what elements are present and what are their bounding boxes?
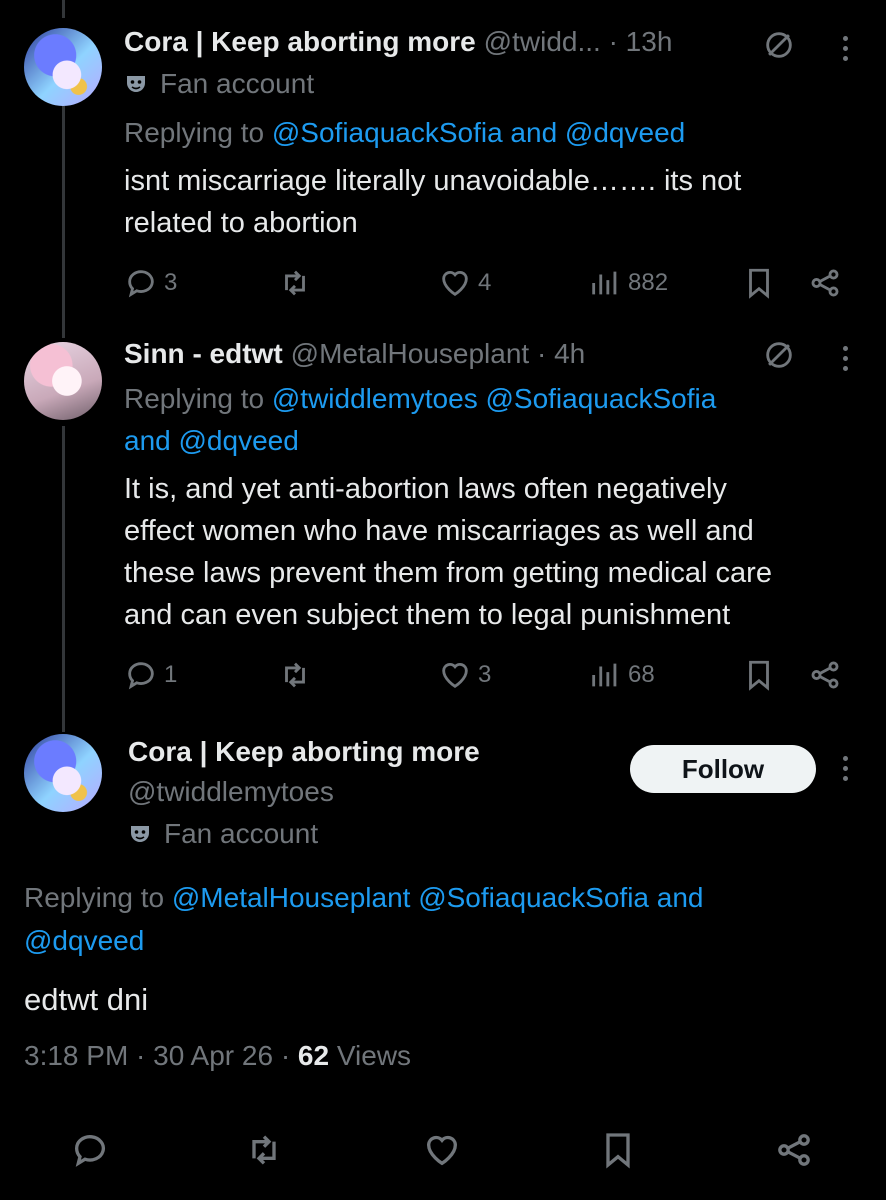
avatar[interactable]	[24, 342, 102, 420]
fan-account-badge: Fan account	[124, 68, 314, 100]
avatar[interactable]	[24, 734, 102, 812]
retweet-button[interactable]	[278, 658, 312, 692]
text-line: effect women who have miscarriages as we…	[124, 515, 754, 547]
bookmark-icon	[749, 660, 769, 691]
views-button[interactable]: 68	[588, 658, 655, 692]
share-button[interactable]	[808, 266, 842, 300]
thread-line-top	[62, 0, 65, 18]
handle-time: @MetalHouseplant · 4h	[290, 338, 586, 369]
heart-icon	[442, 271, 468, 297]
follow-button[interactable]: Follow	[630, 745, 816, 793]
timestamp-line: 3:18 PM · 30 Apr 26 · 62 Views	[24, 1040, 411, 1072]
bookmark-button[interactable]	[742, 658, 776, 692]
reply-button[interactable]: 3	[124, 266, 177, 300]
views-count: 68	[628, 661, 655, 688]
reply-button[interactable]	[70, 1130, 110, 1175]
handle-time: @twidd... · 13h	[483, 26, 673, 57]
badge-label: Fan account	[164, 818, 319, 849]
display-name[interactable]: Cora | Keep aborting more	[128, 736, 480, 768]
text-line: related to abortion	[124, 207, 358, 239]
reply-icon	[128, 270, 154, 298]
text-line: these laws prevent them from getting med…	[124, 557, 772, 589]
share-icon	[778, 1134, 810, 1166]
replying-to: Replying to @SofiaquackSofia and @dqveed	[124, 112, 685, 154]
replying-links[interactable]: @twiddlemytoes @SofiaquackSofia	[272, 383, 716, 414]
bookmark-icon	[606, 1133, 630, 1169]
reply-count: 3	[164, 269, 178, 296]
tweet-text: isnt miscarriage literally unavoidable………	[124, 160, 741, 244]
reply-icon	[75, 1135, 105, 1167]
thread-line-1	[62, 106, 65, 338]
replying-links[interactable]: @dqveed	[24, 919, 703, 962]
retweet-button[interactable]	[244, 1130, 284, 1175]
timestamp[interactable]: 3:18 PM · 30 Apr 26 ·	[24, 1040, 298, 1071]
thread-line-2	[62, 426, 65, 732]
replying-prefix: Replying to	[124, 383, 265, 414]
share-icon	[811, 661, 839, 689]
replying-to: Replying to @twiddlemytoes @SofiaquackSo…	[124, 378, 716, 462]
replying-to: Replying to @MetalHouseplant @Sofiaquack…	[24, 876, 703, 962]
bookmark-button[interactable]	[742, 266, 776, 300]
like-count: 3	[478, 661, 492, 688]
display-name[interactable]: Sinn - edtwt	[124, 338, 283, 370]
muted-icon[interactable]	[762, 338, 796, 372]
text-line: It is, and yet anti-abortion laws often …	[124, 473, 727, 505]
badge-label: Fan account	[160, 68, 315, 99]
muted-icon[interactable]	[762, 28, 796, 62]
more-icon[interactable]	[843, 36, 849, 66]
tweet-text: It is, and yet anti-abortion laws often …	[124, 468, 772, 636]
share-button[interactable]	[808, 658, 842, 692]
views-count: 62	[297, 1040, 330, 1071]
handle[interactable]: @twiddlemytoes	[128, 776, 334, 808]
mask-icon	[131, 826, 149, 842]
views-icon	[592, 663, 617, 687]
bookmark-button[interactable]	[598, 1130, 638, 1175]
retweet-button[interactable]	[278, 266, 312, 300]
display-name[interactable]: Cora | Keep aborting more	[124, 26, 476, 58]
views-icon	[592, 271, 617, 295]
heart-icon	[442, 663, 468, 689]
text-line: isnt miscarriage literally unavoidable………	[124, 165, 742, 197]
more-icon[interactable]	[843, 756, 849, 786]
more-icon[interactable]	[843, 346, 849, 376]
retweet-icon	[285, 662, 305, 688]
avatar[interactable]	[24, 28, 102, 106]
replying-links[interactable]: and @dqveed	[124, 420, 716, 462]
heart-icon	[426, 1135, 458, 1166]
fan-account-badge: Fan account	[128, 818, 318, 850]
replying-links[interactable]: @MetalHouseplant @SofiaquackSofia and	[172, 882, 704, 913]
like-button[interactable]: 4	[438, 266, 491, 300]
text-line: and can even subject them to legal punis…	[124, 599, 731, 631]
reply-count: 1	[164, 661, 178, 688]
views-button[interactable]: 882	[588, 266, 668, 300]
replying-prefix: Replying to	[24, 882, 165, 913]
like-button[interactable]	[422, 1130, 462, 1175]
views-count: 882	[628, 269, 669, 296]
replying-links[interactable]: @SofiaquackSofia and @dqveed	[272, 117, 685, 148]
mask-icon	[127, 76, 145, 92]
like-button[interactable]: 3	[438, 658, 491, 692]
retweet-icon	[285, 270, 305, 296]
share-icon	[811, 269, 839, 297]
views-label: Views	[329, 1040, 412, 1071]
reply-icon	[128, 662, 154, 690]
reply-button[interactable]: 1	[124, 658, 177, 692]
retweet-icon	[252, 1135, 276, 1165]
tweet-text: edtwt dni	[24, 982, 149, 1017]
replying-prefix: Replying to	[124, 117, 265, 148]
share-button[interactable]	[774, 1130, 814, 1175]
like-count: 4	[478, 269, 492, 296]
bookmark-icon	[749, 268, 769, 299]
